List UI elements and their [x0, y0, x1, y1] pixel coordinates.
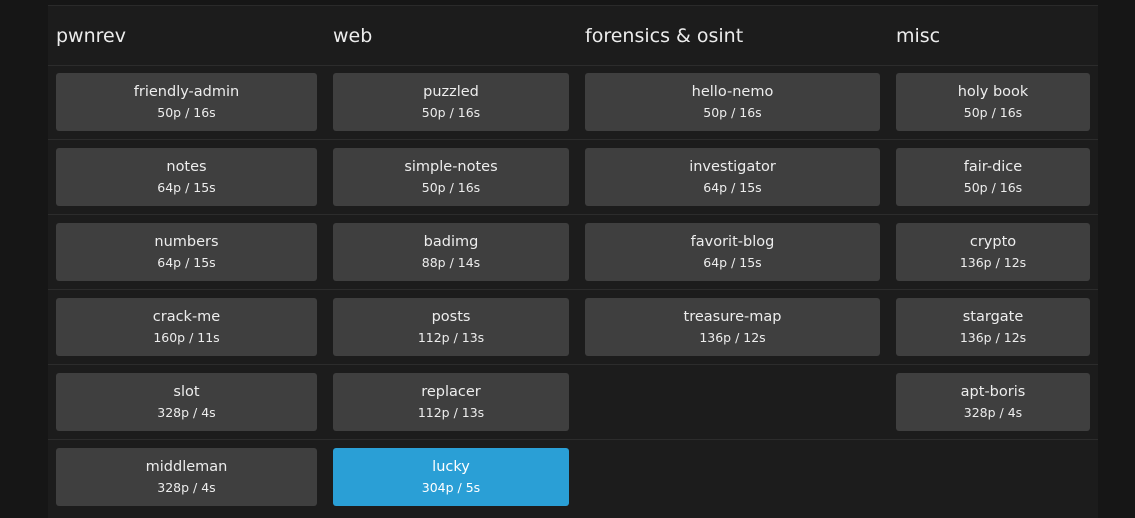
- challenge-name: notes: [166, 159, 207, 175]
- challenge-points-solves: 50p / 16s: [963, 105, 1023, 120]
- challenge-points-solves: 328p / 4s: [157, 405, 216, 420]
- challenge-points-solves: 136p / 12s: [699, 330, 766, 345]
- challenge-name: lucky: [432, 459, 470, 475]
- challenge-button[interactable]: notes 64p / 15s: [56, 148, 317, 206]
- challenge-points-solves: 136p / 12s: [959, 330, 1027, 345]
- challenge-button[interactable]: crypto 136p / 12s: [896, 223, 1090, 281]
- challenge-button[interactable]: favorit-blog 64p / 15s: [585, 223, 880, 281]
- challenge-points-solves: 50p / 16s: [421, 180, 481, 195]
- challenge-name: friendly-admin: [133, 84, 240, 100]
- challenge-name: holy book: [957, 84, 1029, 100]
- category-header-row: pwnrev web forensics & osint misc: [48, 6, 1098, 66]
- challenge-points-solves: 328p / 4s: [157, 480, 216, 495]
- challenge-button[interactable]: numbers 64p / 15s: [56, 223, 317, 281]
- challenge-name: hello-nemo: [691, 84, 774, 100]
- challenge-board: pwnrev web forensics & osint misc friend…: [48, 5, 1098, 518]
- challenge-name: crack-me: [152, 309, 221, 325]
- category-title-web: web: [333, 25, 373, 47]
- challenge-button[interactable]: slot 328p / 4s: [56, 373, 317, 431]
- row-divider: [48, 289, 1098, 290]
- challenge-points-solves: 112p / 13s: [417, 330, 485, 345]
- challenge-button[interactable]: holy book 50p / 16s: [896, 73, 1090, 131]
- challenge-points-solves: 328p / 4s: [963, 405, 1023, 420]
- challenge-points-solves: 64p / 15s: [703, 180, 762, 195]
- challenge-name: puzzled: [423, 84, 479, 100]
- challenge-points-solves: 64p / 15s: [157, 180, 216, 195]
- challenge-button[interactable]: middleman 328p / 4s: [56, 448, 317, 506]
- row-divider: [48, 139, 1098, 140]
- challenge-button[interactable]: stargate 136p / 12s: [896, 298, 1090, 356]
- challenge-points-solves: 50p / 16s: [963, 180, 1023, 195]
- challenge-name: numbers: [154, 234, 219, 250]
- challenge-name: slot: [173, 384, 200, 400]
- challenge-button[interactable]: simple-notes 50p / 16s: [333, 148, 569, 206]
- challenge-points-solves: 112p / 13s: [417, 405, 485, 420]
- challenge-points-solves: 50p / 16s: [703, 105, 762, 120]
- challenge-name: posts: [431, 309, 471, 325]
- challenge-points-solves: 304p / 5s: [421, 480, 481, 495]
- challenge-button[interactable]: hello-nemo 50p / 16s: [585, 73, 880, 131]
- challenge-button[interactable]: puzzled 50p / 16s: [333, 73, 569, 131]
- challenge-name: treasure-map: [683, 309, 782, 325]
- challenge-name: fair-dice: [963, 159, 1023, 175]
- challenge-points-solves: 88p / 14s: [421, 255, 481, 270]
- challenge-button[interactable]: fair-dice 50p / 16s: [896, 148, 1090, 206]
- challenge-button[interactable]: crack-me 160p / 11s: [56, 298, 317, 356]
- challenge-name: apt-boris: [960, 384, 1026, 400]
- category-title-pwnrev: pwnrev: [56, 25, 126, 47]
- challenge-button[interactable]: apt-boris 328p / 4s: [896, 373, 1090, 431]
- challenge-points-solves: 136p / 12s: [959, 255, 1027, 270]
- challenge-button[interactable]: replacer 112p / 13s: [333, 373, 569, 431]
- challenge-name: stargate: [962, 309, 1024, 325]
- challenge-points-solves: 160p / 11s: [153, 330, 220, 345]
- category-title-forensics-osint: forensics & osint: [585, 25, 744, 47]
- challenge-points-solves: 64p / 15s: [703, 255, 762, 270]
- category-title-misc: misc: [896, 25, 941, 47]
- challenge-name: crypto: [969, 234, 1017, 250]
- challenge-button[interactable]: investigator 64p / 15s: [585, 148, 880, 206]
- challenge-points-solves: 64p / 15s: [157, 255, 216, 270]
- challenge-button[interactable]: friendly-admin 50p / 16s: [56, 73, 317, 131]
- challenge-name: middleman: [145, 459, 228, 475]
- challenge-button[interactable]: badimg 88p / 14s: [333, 223, 569, 281]
- challenge-points-solves: 50p / 16s: [421, 105, 481, 120]
- challenge-name: simple-notes: [404, 159, 498, 175]
- challenge-name: badimg: [423, 234, 479, 250]
- row-divider: [48, 214, 1098, 215]
- challenge-points-solves: 50p / 16s: [157, 105, 216, 120]
- challenge-name: investigator: [689, 159, 776, 175]
- challenge-button[interactable]: posts 112p / 13s: [333, 298, 569, 356]
- challenge-button[interactable]: treasure-map 136p / 12s: [585, 298, 880, 356]
- challenge-button[interactable]: lucky 304p / 5s: [333, 448, 569, 506]
- challenge-name: favorit-blog: [690, 234, 775, 250]
- row-divider: [48, 439, 1098, 440]
- challenge-name: replacer: [421, 384, 481, 400]
- row-divider: [48, 364, 1098, 365]
